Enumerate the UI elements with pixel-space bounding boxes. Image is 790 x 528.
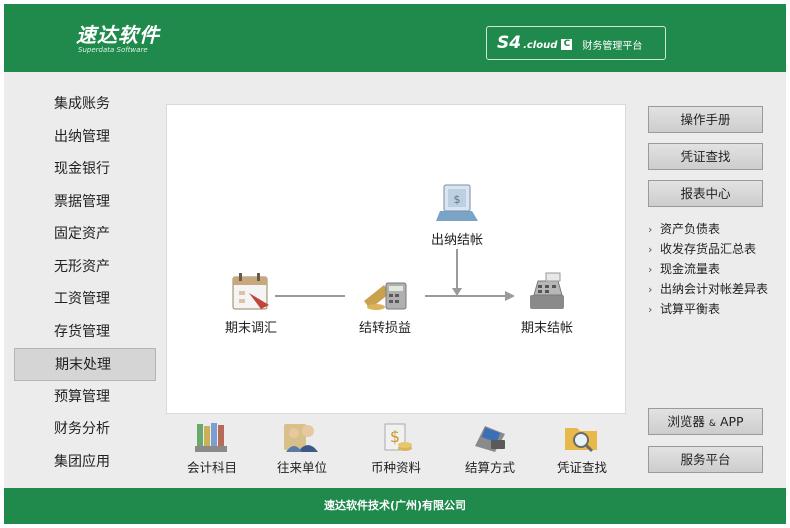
browser-app-label: APP (719, 414, 744, 429)
report-trial-balance-label: 试算平衡表 (660, 302, 721, 316)
brand-logo: 速达软件 Superdata Software (76, 24, 160, 55)
sidebar-item-group[interactable]: 集团应用 (14, 446, 156, 479)
sidebar-nav: 集成账务 出纳管理 现金银行 票据管理 固定资产 无形资产 工资管理 存货管理 … (14, 88, 156, 478)
report-inventory-summary-label: 收发存货品汇总表 (660, 242, 757, 256)
sidebar-item-intangible-assets[interactable]: 无形资产 (14, 251, 156, 284)
platform-name: 财务管理平台 (582, 40, 643, 52)
badge-cloud: .cloud (523, 39, 558, 51)
browser-label: 浏览器 (667, 414, 705, 429)
company-name: 速达软件技术(广州)有限公司 (323, 499, 467, 512)
contacts-people-icon (284, 424, 318, 452)
badge-s4: S4 (497, 33, 522, 53)
voucher-search-button[interactable]: 凭证查找 (648, 143, 763, 170)
chevron-right-icon: › (648, 263, 653, 276)
shortcut-settlement[interactable]: 结算方式 (450, 420, 530, 476)
shortcut-accounts-label: 会计科目 (186, 460, 237, 475)
sidebar-item-budget[interactable]: 预算管理 (14, 381, 156, 414)
card-terminal-icon (475, 426, 505, 452)
flow-transfer-pl-label: 结转损益 (358, 321, 411, 336)
report-balance-sheet-label: 资产负债表 (660, 222, 721, 236)
footer-bar: 速达软件技术(广州)有限公司 (4, 488, 786, 524)
money-calculator-icon (364, 282, 407, 310)
report-center-button[interactable]: 报表中心 (648, 180, 763, 207)
report-link-reconciliation[interactable]: › 出纳会计对帐差异表 (648, 279, 788, 299)
report-cash-flow-label: 现金流量表 (660, 262, 721, 276)
flow-period-adjust-label: 期末调汇 (224, 321, 277, 336)
report-link-trial-balance[interactable]: › 试算平衡表 (648, 299, 788, 319)
chevron-right-icon: › (648, 283, 653, 296)
cashier-close-icon: $ (436, 184, 478, 221)
flow-period-close-label: 期末结帐 (520, 321, 573, 336)
folder-search-icon (565, 428, 597, 453)
sidebar-item-cashier[interactable]: 出纳管理 (14, 121, 156, 154)
header-bar: 速达软件 Superdata Software S4 .cloud C 财务管理… (4, 4, 786, 72)
flow-cashier-close-label: 出纳结帐 (430, 233, 483, 248)
shortcut-partners-label: 往来单位 (276, 460, 327, 475)
flow-period-adjust[interactable]: 期末调汇 (211, 271, 291, 336)
sidebar-item-financial-analysis[interactable]: 财务分析 (14, 413, 156, 446)
browser-amp: & (708, 419, 716, 429)
sidebar-item-bills[interactable]: 票据管理 (14, 186, 156, 219)
shortcut-currency-label: 币种资料 (370, 460, 421, 475)
sidebar-item-inventory[interactable]: 存货管理 (14, 316, 156, 349)
logo-subtitle: Superdata Software (78, 46, 148, 54)
report-link-inventory-summary[interactable]: › 收发存货品汇总表 (648, 239, 788, 259)
chevron-right-icon: › (648, 243, 653, 256)
browser-app-button[interactable]: 浏览器 & APP (648, 408, 763, 435)
shortcut-partners[interactable]: 往来单位 (262, 420, 342, 476)
flow-period-close[interactable]: 期末结帐 (507, 271, 587, 336)
shortcut-voucher-query[interactable]: 凭证查找 (542, 420, 622, 476)
shortcut-currency[interactable]: $ 币种资料 (356, 420, 436, 476)
report-link-cash-flow[interactable]: › 现金流量表 (648, 259, 788, 279)
svg-text:$: $ (454, 193, 461, 206)
sidebar-item-cash-bank[interactable]: 现金银行 (14, 153, 156, 186)
logo-text: 速达软件 (76, 23, 160, 47)
shortcut-bar: 会计科目 往来单位 $ 币种资料 结算方式 凭证查找 (166, 420, 626, 484)
shortcut-voucher-query-label: 凭证查找 (556, 460, 607, 475)
platform-badge: S4 .cloud C 财务管理平台 (486, 26, 666, 60)
sidebar-item-period-end[interactable]: 期末处理 (14, 348, 156, 381)
flow-transfer-pl[interactable]: 结转损益 (345, 271, 425, 336)
flow-cashier-close[interactable]: $ 出纳结帐 (417, 181, 497, 248)
flow-connectors (275, 249, 515, 301)
service-platform-button[interactable]: 服务平台 (648, 446, 763, 473)
cash-register-icon (530, 272, 564, 309)
ledger-books-icon (195, 423, 227, 452)
chevron-right-icon: › (648, 303, 653, 316)
sidebar-item-integrated-accounts[interactable]: 集成账务 (14, 88, 156, 121)
report-reconciliation-label: 出纳会计对帐差异表 (660, 282, 769, 296)
sidebar-item-payroll[interactable]: 工资管理 (14, 283, 156, 316)
arrowhead-down (452, 288, 462, 296)
workflow-canvas: $ 出纳结帐 期末调汇 结转损益 期末结帐 (166, 104, 626, 414)
report-link-balance-sheet[interactable]: › 资产负债表 (648, 219, 788, 239)
calendar-icon (232, 273, 269, 310)
chevron-right-icon: › (648, 223, 653, 236)
shortcut-settlement-label: 结算方式 (464, 460, 515, 475)
sidebar-item-fixed-assets[interactable]: 固定资产 (14, 218, 156, 251)
currency-coins-icon: $ (384, 423, 412, 451)
manual-button[interactable]: 操作手册 (648, 106, 763, 133)
svg-text:$: $ (390, 427, 400, 446)
badge-c-icon: C (561, 38, 573, 50)
shortcut-accounts[interactable]: 会计科目 (172, 420, 252, 476)
report-list: › 资产负债表 › 收发存货品汇总表 › 现金流量表 › 出纳会计对帐差异表 › 试算平衡… (648, 219, 788, 319)
